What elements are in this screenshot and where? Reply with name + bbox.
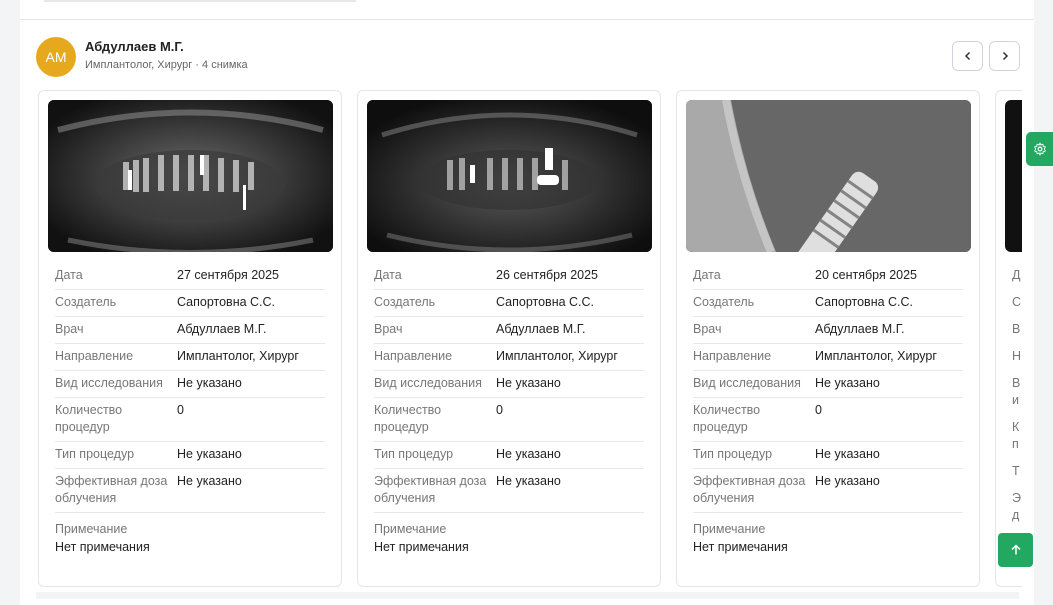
prev-button[interactable] — [952, 41, 983, 71]
detail-row: Дата 26 сентября 2025 — [374, 263, 644, 290]
settings-button[interactable] — [1026, 132, 1053, 166]
card-details: Дата 27 сентября 2025 Создатель Сапортовна… — [55, 263, 325, 556]
scroll-top-button[interactable] — [998, 533, 1033, 567]
detail-row: Количество процедур 0 — [374, 398, 644, 442]
note-block: Примечание Нет примечания — [55, 522, 150, 554]
detail-row: Вид исследования Не указано — [374, 371, 644, 398]
bottom-edge — [36, 592, 1019, 599]
card-details: Дата 26 сентября 2025 Создатель Сапортовна… — [374, 263, 644, 556]
xray-card[interactable]: Дата 20 сентября 2025 Создатель Сапортовна… — [676, 90, 980, 587]
detail-row: Направление Имплантолог, Хирург — [693, 344, 963, 371]
detail-row: Создатель Сапортовна С.С. — [374, 290, 644, 317]
gear-icon — [1033, 142, 1046, 156]
xray-card[interactable]: Дата 26 сентября 2025 Создатель Сапортовна… — [357, 90, 661, 587]
detail-row: Дата 27 сентября 2025 — [55, 263, 325, 290]
card-details: Дата 20 сентября 2025 Создатель Сапортовна… — [693, 263, 963, 556]
panoramic-xray-image — [367, 100, 652, 252]
detail-row: Тип процедур Не указано — [693, 442, 963, 469]
doctor-images-panel: АМ Абдуллаев М.Г. Имплантолог, Хирург · … — [20, 20, 1034, 605]
next-button[interactable] — [989, 41, 1020, 71]
detail-row: Количество процедур 0 — [693, 398, 963, 442]
xray-image[interactable] — [367, 100, 652, 252]
avatar: АМ — [36, 37, 76, 77]
implant-closeup-xray-image — [686, 100, 971, 252]
detail-row: Эффективная доза облучения Не указано — [55, 469, 325, 513]
top-bar-line — [44, 0, 356, 2]
chevron-right-icon — [1002, 51, 1008, 61]
note-block: Примечание Нет примечания — [693, 522, 788, 554]
detail-row: Вид исследования Не указано — [55, 371, 325, 398]
detail-row: Вид исследования Не указано — [693, 371, 963, 398]
detail-row: Врач Абдуллаев М.Г. — [55, 317, 325, 344]
xray-card-partial[interactable]: Д С В Н В и К п Т Э д — [995, 90, 1022, 587]
chevron-left-icon — [964, 51, 970, 61]
detail-row: Тип процедур Не указано — [55, 442, 325, 469]
detail-row: Создатель Сапортовна С.С. — [693, 290, 963, 317]
image-carousel: Дата 27 сентября 2025 Создатель Сапортовна… — [38, 90, 1022, 590]
detail-row: Тип процедур Не указано — [374, 442, 644, 469]
xray-image[interactable] — [686, 100, 971, 252]
note-block: Примечание Нет примечания — [374, 522, 469, 554]
top-bar — [20, 0, 1034, 20]
xray-image[interactable] — [1005, 100, 1022, 252]
detail-row: Дата 20 сентября 2025 — [693, 263, 963, 290]
detail-row: Врач Абдуллаев М.Г. — [693, 317, 963, 344]
detail-row: Врач Абдуллаев М.Г. — [374, 317, 644, 344]
detail-row: Эффективная доза облучения Не указано — [374, 469, 644, 513]
doctor-subtitle: Имплантолог, Хирург · 4 снимка — [85, 59, 248, 71]
panoramic-xray-image — [48, 100, 333, 252]
detail-row: Направление Имплантолог, Хирург — [374, 344, 644, 371]
arrow-up-icon — [1010, 544, 1021, 555]
xray-image[interactable] — [48, 100, 333, 252]
detail-row: Создатель Сапортовна С.С. — [55, 290, 325, 317]
detail-row: Количество процедур 0 — [55, 398, 325, 442]
xray-card[interactable]: Дата 27 сентября 2025 Создатель Сапортовна… — [38, 90, 342, 587]
partial-card-labels: Д С В Н В и К п Т Э д — [1012, 268, 1022, 522]
doctor-name: Абдуллаев М.Г. — [85, 39, 184, 54]
detail-row: Направление Имплантолог, Хирург — [55, 344, 325, 371]
detail-row: Эффективная доза облучения Не указано — [693, 469, 963, 513]
